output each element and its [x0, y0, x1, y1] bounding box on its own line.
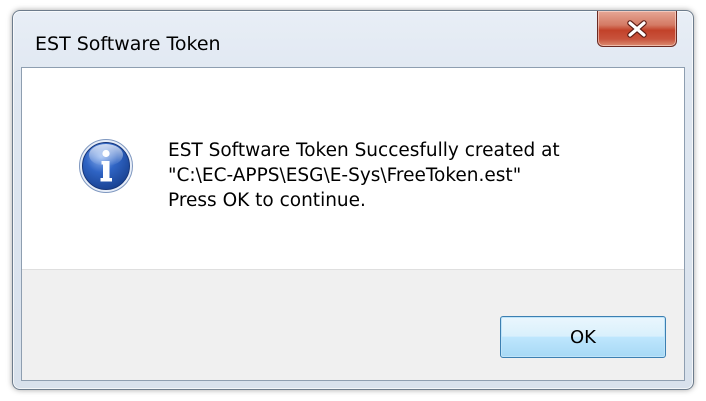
- title-bar[interactable]: EST Software Token: [13, 11, 693, 71]
- message-area: EST Software Token Succesfully created a…: [22, 68, 684, 269]
- screen: EST Software Token EST Software Token Su…: [0, 0, 706, 401]
- close-x-icon: [626, 19, 648, 38]
- window-title: EST Software Token: [35, 33, 221, 55]
- ok-button[interactable]: OK: [500, 316, 666, 358]
- message-text: EST Software Token Succesfully created a…: [168, 138, 560, 213]
- close-button[interactable]: [597, 11, 677, 47]
- button-bar: OK: [22, 269, 684, 380]
- information-icon: [78, 138, 134, 194]
- message-dialog: EST Software Token EST Software Token Su…: [12, 10, 694, 390]
- message-line: Press OK to continue.: [168, 190, 366, 211]
- dialog-client-area: EST Software Token Succesfully created a…: [21, 67, 685, 381]
- message-line: EST Software Token Succesfully created a…: [168, 140, 560, 161]
- message-line: "C:\EC-APPS\ESG\E-Sys\FreeToken.est": [168, 165, 522, 186]
